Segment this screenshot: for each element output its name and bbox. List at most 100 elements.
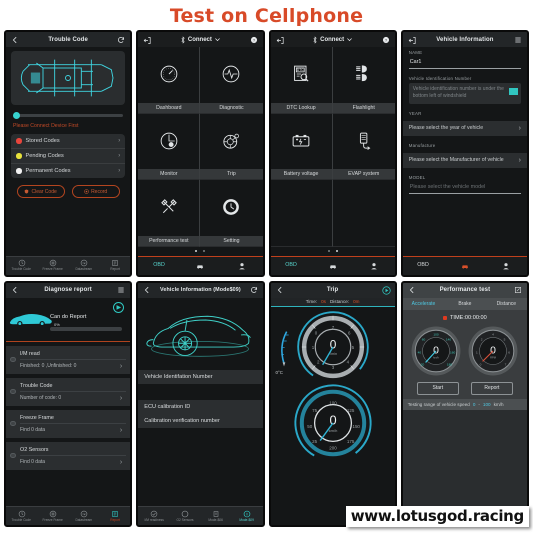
- connect-status[interactable]: Connect: [284, 35, 382, 44]
- menu-item-flashlight[interactable]: Flashlight: [332, 47, 395, 114]
- phone-performance-test: Performance test Accelerate Brake Distan…: [400, 280, 529, 527]
- speed-gauge: 75100125 150175200 2550 0 km/h: [294, 383, 372, 462]
- tab-car[interactable]: [312, 257, 353, 275]
- manufacturer-select[interactable]: Please select the Manufacturer of vehicl…: [402, 152, 527, 168]
- menu-item-evap-system[interactable]: EVAP system: [332, 114, 395, 180]
- menu-item-diagnostic[interactable]: Diagnostic: [200, 47, 263, 114]
- vin-input[interactable]: Vehicle identification number is under t…: [408, 83, 521, 104]
- help-icon[interactable]: ?: [250, 36, 258, 44]
- code-label: Pending Codes: [25, 153, 64, 159]
- tab-freeze-frame[interactable]: Freeze Frame: [37, 257, 68, 275]
- menu-item-battery-voltage[interactable]: Battery voltage: [270, 113, 333, 180]
- page-dot-2[interactable]: [203, 250, 206, 252]
- tab-user[interactable]: [353, 257, 394, 275]
- refresh-icon[interactable]: [117, 36, 125, 44]
- report-button[interactable]: Report: [470, 381, 513, 395]
- tab-mode06[interactable]: Mode-$06: [200, 507, 231, 525]
- row-vin[interactable]: Vehicle Identifation Number: [138, 369, 263, 384]
- hamburger-icon[interactable]: [117, 286, 125, 294]
- chevron-left-icon[interactable]: [11, 286, 19, 294]
- model-input[interactable]: Please select the vehicle model: [408, 182, 521, 194]
- tab-distance[interactable]: Distance: [486, 298, 527, 310]
- action-buttons: Clear Code Record: [11, 185, 125, 198]
- gauge-value: 0: [491, 345, 497, 356]
- tab-datastream[interactable]: Datastream: [68, 257, 99, 275]
- performance-header: Performance test: [402, 282, 527, 298]
- record-button[interactable]: Record: [71, 185, 120, 198]
- tab-report[interactable]: Report: [99, 257, 130, 275]
- tab-datastream[interactable]: Datastream: [68, 507, 99, 525]
- performance-gauges: 100 60 140 40 160 20 180 0 km/h 4 2 5 1 6 0: [403, 324, 527, 377]
- exit-icon[interactable]: [408, 36, 416, 44]
- tab-car[interactable]: [180, 257, 221, 275]
- range-from[interactable]: 0: [473, 402, 476, 407]
- report-section-im-read[interactable]: I/M read Finished: 0 ,Unfinished: 0 ›: [6, 345, 131, 374]
- phone-trip: Trip Time: 0s Distance: 0m 0°C 0 1 2 3 4…: [268, 280, 397, 527]
- tab-brake[interactable]: Brake: [444, 298, 485, 310]
- tab-trouble-code[interactable]: Trouble Code: [6, 507, 37, 525]
- tab-label: Report: [109, 517, 120, 522]
- exit-icon[interactable]: [143, 36, 151, 44]
- page-dot-1[interactable]: [327, 250, 330, 252]
- rpm-gauge: 012 345 67 0 r/min: [296, 310, 369, 383]
- page-dot-1[interactable]: [195, 250, 198, 252]
- connect-status[interactable]: Connect: [151, 35, 249, 44]
- menu-item-dashboard[interactable]: Dashboard: [138, 47, 201, 114]
- tab-report[interactable]: Report: [99, 507, 130, 525]
- report-section-o2-sensors[interactable]: O2 Sensors Find 0 data ›: [6, 441, 131, 470]
- tab-freeze-frame[interactable]: Freeze Frame: [37, 507, 68, 525]
- chevron-left-icon[interactable]: [276, 286, 284, 294]
- menu-item-performance-test[interactable]: Performance test: [138, 180, 201, 247]
- play-icon[interactable]: [382, 286, 391, 295]
- section-col: O2 Sensors Find 0 data ›: [20, 442, 130, 470]
- tab-mode09[interactable]: Mode-$09: [231, 507, 262, 525]
- refresh-icon[interactable]: [250, 286, 258, 294]
- help-icon[interactable]: ?: [382, 36, 390, 44]
- tab-im-readiness[interactable]: I/M readiness: [138, 507, 169, 525]
- speed-range-row: Testing range of vehicle speed 0 - 100 k…: [402, 398, 527, 410]
- chevron-left-icon[interactable]: [11, 36, 19, 44]
- tab-user[interactable]: [221, 257, 262, 275]
- code-row-pending[interactable]: Pending Codes ›: [11, 149, 126, 164]
- hamburger-icon[interactable]: [514, 36, 522, 44]
- row-calibration-verification-number[interactable]: Calibration verification number: [138, 413, 263, 428]
- trip-title: Trip: [326, 287, 339, 293]
- menu-item-dtc-lookup[interactable]: DTC DTC Lookup: [270, 47, 333, 114]
- code-row-permanent[interactable]: Permanent Codes ›: [11, 164, 125, 178]
- tab-obd[interactable]: OBD: [403, 257, 444, 275]
- chevron-left-icon[interactable]: [143, 286, 151, 294]
- edit-icon[interactable]: [514, 286, 522, 294]
- tab-car[interactable]: [444, 257, 485, 275]
- tab-o2-sensors[interactable]: O2 Sensors: [169, 507, 200, 525]
- tab-obd[interactable]: OBD: [271, 257, 312, 275]
- report-section-freeze-frame[interactable]: Freeze Frame Find 0 data ›: [6, 409, 131, 438]
- start-button[interactable]: Start: [416, 381, 459, 395]
- play-icon[interactable]: ▶: [113, 301, 125, 313]
- name-input[interactable]: Car1: [408, 57, 521, 69]
- tab-accelerate[interactable]: Accelerate: [403, 298, 444, 310]
- connection-progress: [13, 112, 124, 119]
- range-to[interactable]: 100: [483, 402, 491, 407]
- menu-item-trip[interactable]: Trip: [200, 114, 263, 180]
- row-ecu-calibration-id[interactable]: ECU calibration ID: [138, 399, 263, 414]
- scan-icon[interactable]: [509, 88, 518, 95]
- exit-icon[interactable]: [276, 36, 284, 44]
- chevron-right-icon: ›: [518, 124, 521, 132]
- section-detail: Find 0 data: [20, 427, 46, 433]
- code-row-stored[interactable]: Stored Codes ›: [11, 134, 126, 149]
- tab-obd[interactable]: OBD: [138, 257, 179, 275]
- progress-knob[interactable]: [13, 112, 20, 119]
- menu-item-monitor[interactable]: Monitor: [138, 113, 201, 180]
- clear-code-button[interactable]: Clear Code: [16, 185, 65, 198]
- tab-trouble-code[interactable]: Trouble Code: [6, 257, 37, 275]
- year-select[interactable]: Please select the year of vehicle ›: [402, 120, 527, 136]
- page-dot-2[interactable]: [335, 250, 338, 252]
- tab-user[interactable]: [486, 257, 527, 275]
- pulse-icon: [221, 64, 241, 86]
- rpm-value: 0: [329, 337, 336, 351]
- year-value: Please select the year of vehicle: [408, 125, 484, 131]
- menu-item-setting[interactable]: Setting: [200, 180, 263, 247]
- row-gap-2: [138, 428, 262, 441]
- chevron-left-icon[interactable]: [408, 286, 416, 294]
- report-section-trouble-code[interactable]: Trouble Code Number of code: 0 ›: [6, 377, 131, 406]
